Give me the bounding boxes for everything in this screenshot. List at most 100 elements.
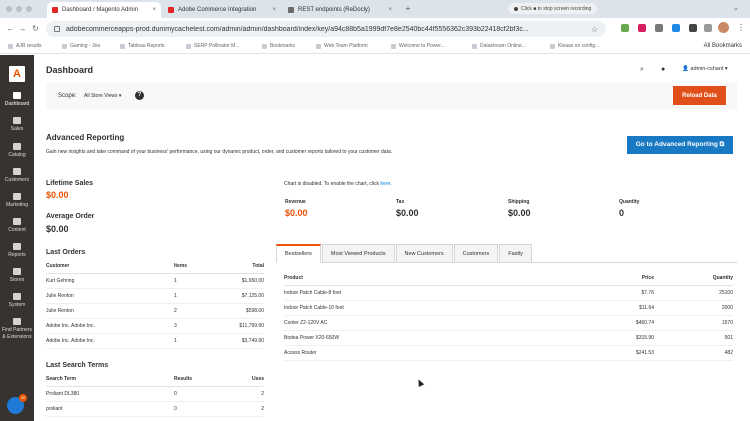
sidebar-item-stores[interactable]: Stores [0,268,34,283]
window-controls[interactable] [6,6,32,12]
table-row[interactable]: Adobe Inc. Adobe Inc. 1 $3,749.90 [46,333,264,349]
bar-chart-icon [13,243,21,250]
extension-icon[interactable] [689,24,697,32]
lifetime-sales-label: Lifetime Sales [46,180,94,187]
table-row[interactable]: Cooler Z2-120V AC $460.74 1570 [284,315,733,331]
close-tab-icon[interactable]: × [267,7,276,13]
reload-icon[interactable]: ↻ [31,24,40,33]
gear-icon [13,293,21,300]
address-bar[interactable]: adobecommerceapps-prod.dummycachetest.co… [46,21,606,37]
adobe-logo[interactable]: A [9,66,25,82]
adobe-icon [168,7,174,13]
bookmark-item[interactable]: Web Team Platform [316,43,368,49]
bookmark-item[interactable]: Bookmarks [262,43,295,49]
sidebar-item-reports[interactable]: Reports [0,243,34,258]
bookmark-item[interactable]: Tableau Reports [120,43,164,49]
browser-toolbar: ← → ↻ adobecommerceapps-prod.dummycachet… [0,18,750,40]
sidebar-item-dashboard[interactable]: Dashboard [0,92,34,107]
dashboard-icon [13,92,21,99]
enable-chart-link[interactable]: here. [380,181,391,187]
browser-tab-rest[interactable]: REST endpoints (ReDocly) × [283,2,397,18]
dashboard-tabs: Bestsellers Most Viewed Products New Cus… [276,244,533,263]
tab-most-viewed-products[interactable]: Most Viewed Products [321,244,395,263]
store-view-dropdown[interactable]: All Store Views ▾ [84,93,121,99]
page-title: Dashboard [46,65,94,75]
sidebar-item-partners[interactable]: Find Partners & Extensions [0,318,34,341]
advanced-reporting-title: Advanced Reporting [46,133,125,142]
table-header-row: Customer Items Total [46,259,264,274]
bookmark-item[interactable]: SERP Pollinator M... [186,43,239,49]
last-orders-table: Customer Items Total Kurt Gehring 1 $1,650… [46,259,264,349]
tab-customers[interactable]: Customers [453,244,499,263]
close-tab-icon[interactable]: × [147,7,156,13]
last-search-terms-title: Last Search Terms [46,362,109,369]
mouse-cursor-icon [415,378,425,387]
table-row[interactable]: Julie Renton 2 $598.00 [46,303,264,319]
browser-tab-integration[interactable]: Adobe Commerce Integration × [163,2,281,18]
bookmark-item[interactable]: Kleaas on config... [550,43,599,49]
puzzle-icon [13,318,21,325]
chevron-down-icon[interactable]: ⌄ [733,4,739,12]
bookmark-icon [186,43,191,49]
tab-bestsellers[interactable]: Bestsellers [276,244,321,263]
bookmark-item[interactable]: Datastream Online... [472,43,526,49]
layout-icon [13,218,21,225]
admin-user-menu[interactable]: 👤 admin-cshant ▾ [682,66,728,72]
tab-fastly[interactable]: Fastly [499,244,532,263]
sidebar-item-system[interactable]: System [0,293,34,308]
table-row[interactable]: Access Router $241.53 482 [284,345,733,361]
extension-icon[interactable] [655,24,663,32]
scope-label: Scope: [58,93,77,99]
new-tab-button[interactable]: + [403,4,413,14]
admin-sidebar: A Dashboard Sales Catalog Customers Mark… [0,55,34,421]
table-header-row: Product Price Quantity [284,271,733,286]
recording-indicator[interactable]: Click ■ to stop screen recording [508,3,598,14]
bestsellers-table: Product Price Quantity Indoor Patch Cabl… [284,271,733,361]
bookmark-item[interactable]: Welcome to Power... [391,43,445,49]
extension-icon[interactable] [672,24,680,32]
table-row[interactable]: Proliant DL380 0 2 [46,386,264,402]
table-row[interactable]: Bodea Power X20-650W $315.90 501 [284,330,733,346]
table-row[interactable]: Indoor Patch Cable-10 foot $11.64 2000 [284,300,733,316]
puzzle-icon[interactable] [704,24,712,32]
last-orders-title: Last Orders [46,249,86,256]
all-bookmarks[interactable]: All Bookmarks [704,43,742,49]
bell-icon[interactable]: ● [661,66,665,73]
bookmark-item[interactable]: Gaming - Jira [62,43,100,49]
advanced-reporting-description: Gain new insights and take command of yo… [46,149,393,155]
bookmark-icon [550,43,555,49]
table-row[interactable]: Indoor Patch Cable-8 foot $7.76 25100 [284,285,733,301]
browser-tab-dashboard[interactable]: Dashboard / Magento Admin × [47,2,161,18]
search-icon[interactable]: ⌕ [640,66,644,74]
extension-icon[interactable] [638,24,646,32]
kebab-icon[interactable]: ⋮ [737,23,745,32]
profile-avatar[interactable] [718,22,729,33]
lifetime-sales-value: $0.00 [46,190,69,200]
redocly-icon [288,7,294,13]
sidebar-item-customers[interactable]: Customers [0,168,34,183]
sidebar-item-catalog[interactable]: Catalog [0,143,34,158]
star-icon[interactable]: ☆ [591,25,598,34]
sidebar-item-content[interactable]: Content [0,218,34,233]
people-icon [13,168,21,175]
extension-icon[interactable] [621,24,629,32]
table-row[interactable]: Adobe Inc. Adobe Inc. 3 $11,799.90 [46,318,264,334]
bookmark-item[interactable]: AJR results [8,43,42,49]
table-row[interactable]: Kurt Gehring 1 $1,650.00 [46,273,264,289]
help-icon[interactable]: ? [135,91,144,100]
chat-help-button[interactable]: 30 [7,394,27,414]
tab-new-customers[interactable]: New Customers [395,244,453,263]
forward-icon[interactable]: → [18,24,27,33]
last-search-terms-table: Search Term Results Uses Proliant DL380 0… [46,372,264,417]
reload-data-button[interactable]: Reload Data [673,86,726,105]
close-tab-icon[interactable]: × [383,7,392,13]
table-row[interactable]: Julie Renton 1 $7,125.00 [46,288,264,304]
advanced-reporting-button[interactable]: Go to Advanced Reporting ⧉ [627,136,733,154]
sidebar-item-sales[interactable]: Sales [0,117,34,132]
record-icon [514,6,518,11]
sidebar-item-marketing[interactable]: Marketing [0,193,34,208]
back-icon[interactable]: ← [6,24,15,33]
adobe-icon [52,7,58,13]
table-row[interactable]: proliant 0 2 [46,401,264,417]
site-info-icon[interactable] [54,26,60,32]
